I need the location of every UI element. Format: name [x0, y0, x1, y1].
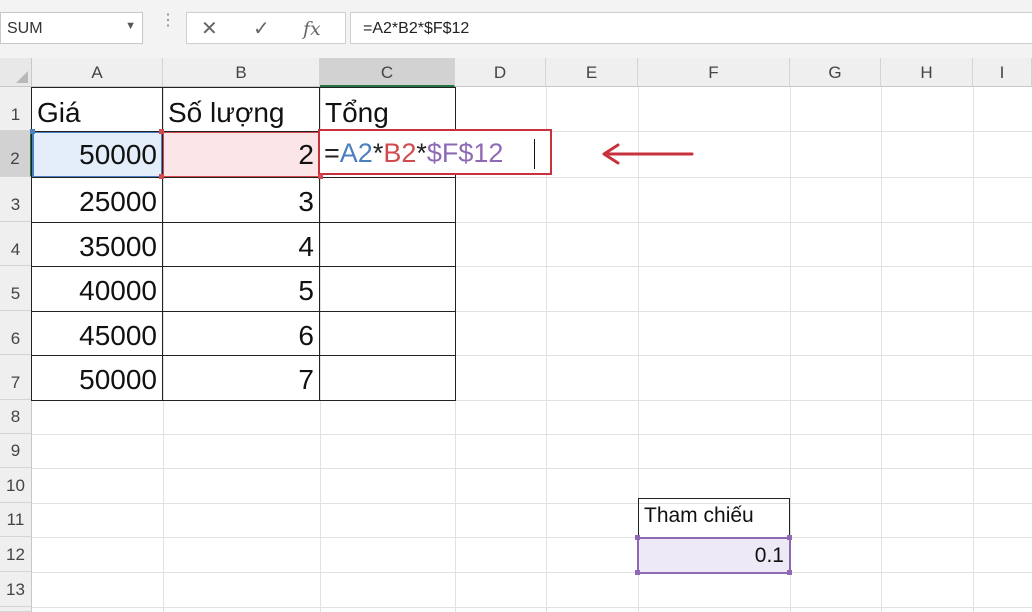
- resize-handle[interactable]: [787, 535, 792, 540]
- formula-token: *: [416, 138, 427, 168]
- gridline: [32, 607, 1032, 608]
- formula-buttons: ✕ ✓ fx: [186, 12, 346, 44]
- cell-a5[interactable]: 40000: [32, 266, 163, 311]
- column-header-h[interactable]: H: [881, 58, 973, 87]
- formula-token: A2: [339, 138, 373, 168]
- row-header-6[interactable]: 6: [0, 311, 32, 355]
- cell-a6[interactable]: 45000: [32, 311, 163, 355]
- gridline: [32, 503, 1032, 504]
- select-all-corner[interactable]: [0, 58, 32, 87]
- active-cell-editor[interactable]: =A2*B2*$F$12: [318, 129, 552, 175]
- resize-handle[interactable]: [635, 535, 640, 540]
- cell-c2-formula: =A2*B2*$F$12: [324, 137, 503, 169]
- gridline: [973, 87, 974, 612]
- gridline: [881, 87, 882, 612]
- resize-handle[interactable]: [318, 174, 323, 179]
- formula-bar[interactable]: =A2*B2*$F$12: [350, 12, 1032, 44]
- cell-b4[interactable]: 4: [163, 222, 320, 266]
- gridline: [32, 537, 1032, 538]
- cell-c1[interactable]: Tổng: [320, 87, 455, 131]
- formula-toolbar: SUM ▼ ⋮ ✕ ✓ fx =A2*B2*$F$12: [0, 0, 1032, 58]
- formula-token: B2: [383, 138, 417, 168]
- cell-a4[interactable]: 35000: [32, 222, 163, 266]
- table-border: [31, 222, 456, 223]
- row-header-14[interactable]: [0, 607, 32, 612]
- row-header-8[interactable]: 8: [0, 400, 32, 434]
- cell-b1[interactable]: Số lượng: [163, 87, 320, 131]
- row-header-7[interactable]: 7: [0, 355, 32, 400]
- gridline: [32, 572, 1032, 573]
- row-header-9[interactable]: 9: [0, 434, 32, 468]
- formula-token: *: [372, 138, 384, 168]
- table-border: [31, 355, 456, 356]
- resize-handle[interactable]: [787, 570, 792, 575]
- cell-a3[interactable]: 25000: [32, 177, 163, 222]
- cell-f11[interactable]: Tham chiếu: [638, 498, 790, 538]
- name-box[interactable]: SUM ▼: [0, 12, 143, 44]
- row-header-13[interactable]: 13: [0, 572, 32, 607]
- name-box-value: SUM: [7, 20, 43, 37]
- cancel-icon[interactable]: ✕: [201, 17, 218, 41]
- spreadsheet-grid[interactable]: A B C D E F G H I 1 2 3 4 5 6 7 8 9 10 1…: [0, 58, 1032, 612]
- cell-b3[interactable]: 3: [163, 177, 320, 222]
- column-header-d[interactable]: D: [455, 58, 546, 87]
- row-header-1[interactable]: 1: [0, 87, 32, 131]
- cell-a2[interactable]: 50000: [32, 131, 163, 177]
- chevron-down-icon[interactable]: ▼: [125, 20, 136, 32]
- gridline: [32, 468, 1032, 469]
- resize-handle[interactable]: [635, 570, 640, 575]
- row-header-5[interactable]: 5: [0, 266, 32, 311]
- resize-handle[interactable]: [30, 129, 35, 134]
- resize-handle[interactable]: [159, 174, 164, 179]
- insert-function-icon[interactable]: fx: [303, 17, 321, 41]
- gridline: [790, 87, 791, 612]
- cell-b2[interactable]: 2: [163, 131, 320, 177]
- formula-token: $F$12: [426, 138, 504, 168]
- cell-a1[interactable]: Giá: [32, 87, 163, 131]
- row-header-11[interactable]: 11: [0, 503, 32, 537]
- table-border: [31, 266, 456, 267]
- row-header-2[interactable]: 2: [0, 131, 32, 177]
- table-border: [31, 177, 456, 178]
- column-header-f[interactable]: F: [638, 58, 790, 87]
- row-header-4[interactable]: 4: [0, 222, 32, 266]
- column-header-c[interactable]: C: [320, 58, 455, 87]
- resize-handle[interactable]: [159, 129, 164, 134]
- column-header-b[interactable]: B: [163, 58, 320, 87]
- cell-b6[interactable]: 6: [163, 311, 320, 355]
- cell-a7[interactable]: 50000: [32, 355, 163, 400]
- column-header-a[interactable]: A: [32, 58, 163, 87]
- table-border: [31, 311, 456, 312]
- column-header-e[interactable]: E: [546, 58, 638, 87]
- gridline: [32, 400, 1032, 401]
- row-header-3[interactable]: 3: [0, 177, 32, 222]
- row-header-10[interactable]: 10: [0, 468, 32, 503]
- row-header-12[interactable]: 12: [0, 537, 32, 572]
- text-cursor: [534, 139, 535, 169]
- cell-b7[interactable]: 7: [163, 355, 320, 400]
- cell-f12[interactable]: 0.1: [638, 538, 790, 573]
- formula-bar-value: =A2*B2*$F$12: [363, 20, 470, 37]
- column-header-i[interactable]: I: [973, 58, 1032, 87]
- gridline: [32, 434, 1032, 435]
- formula-token: =: [324, 138, 340, 168]
- left-arrow-icon: [602, 143, 694, 165]
- enter-icon[interactable]: ✓: [253, 17, 270, 41]
- cell-b5[interactable]: 5: [163, 266, 320, 311]
- column-header-g[interactable]: G: [790, 58, 881, 87]
- drag-handle-icon[interactable]: ⋮: [160, 13, 176, 29]
